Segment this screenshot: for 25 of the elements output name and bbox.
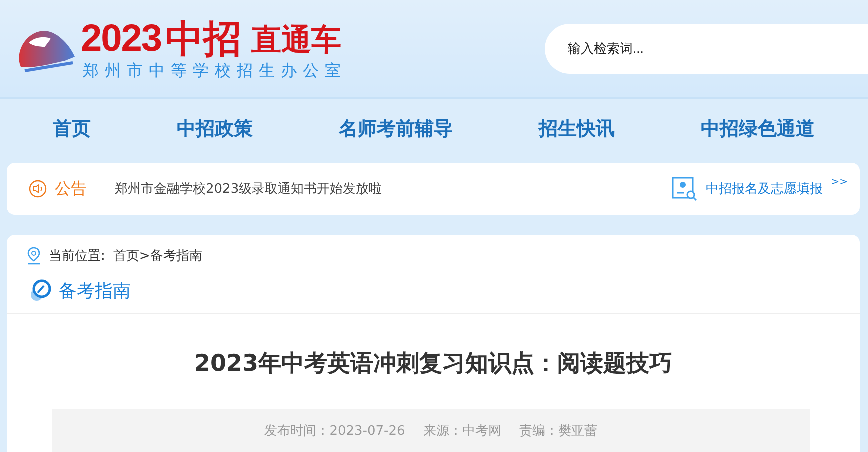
breadcrumb-label: 当前位置:: [49, 248, 106, 265]
nav-link[interactable]: 中招政策: [167, 110, 263, 150]
nav-link[interactable]: 首页: [43, 110, 101, 150]
notice-label: 公告: [55, 178, 87, 200]
profile-search-icon: [672, 177, 698, 201]
article-meta-text: 发布时间：2023-07-26: [264, 422, 406, 440]
nav-link[interactable]: 中招绿色通道: [691, 110, 825, 150]
more-link[interactable]: >>: [831, 177, 848, 188]
logo-brand: 中招: [166, 15, 242, 63]
article-meta-text: 责编：樊亚蕾: [519, 422, 598, 440]
logo-year: 2023: [81, 18, 162, 61]
registration-link[interactable]: 中招报名及志愿填报: [706, 180, 824, 198]
speaker-icon: [29, 180, 47, 198]
search-field[interactable]: 输入检索词...: [545, 24, 868, 74]
breadcrumb-path: 首页>备考指南: [113, 248, 202, 265]
article-title: 2023年中考英语冲刺复习知识点：阅读题技巧: [193, 350, 674, 379]
compass-icon: [29, 279, 53, 303]
nav-link[interactable]: 名师考前辅导: [329, 110, 463, 150]
article-meta-text: 来源：中考网: [423, 422, 502, 440]
location-pin-icon: [27, 247, 41, 265]
logo-subtitle: 郑州市中等学校招生办公室: [83, 60, 347, 82]
logo-tagline: 直通车: [252, 22, 342, 60]
nav-link[interactable]: 招生快讯: [529, 110, 625, 150]
section-title: 备考指南: [59, 280, 131, 303]
notice-item-link[interactable]: 郑州市金融学校2023级录取通知书开始发放啦: [115, 182, 382, 197]
